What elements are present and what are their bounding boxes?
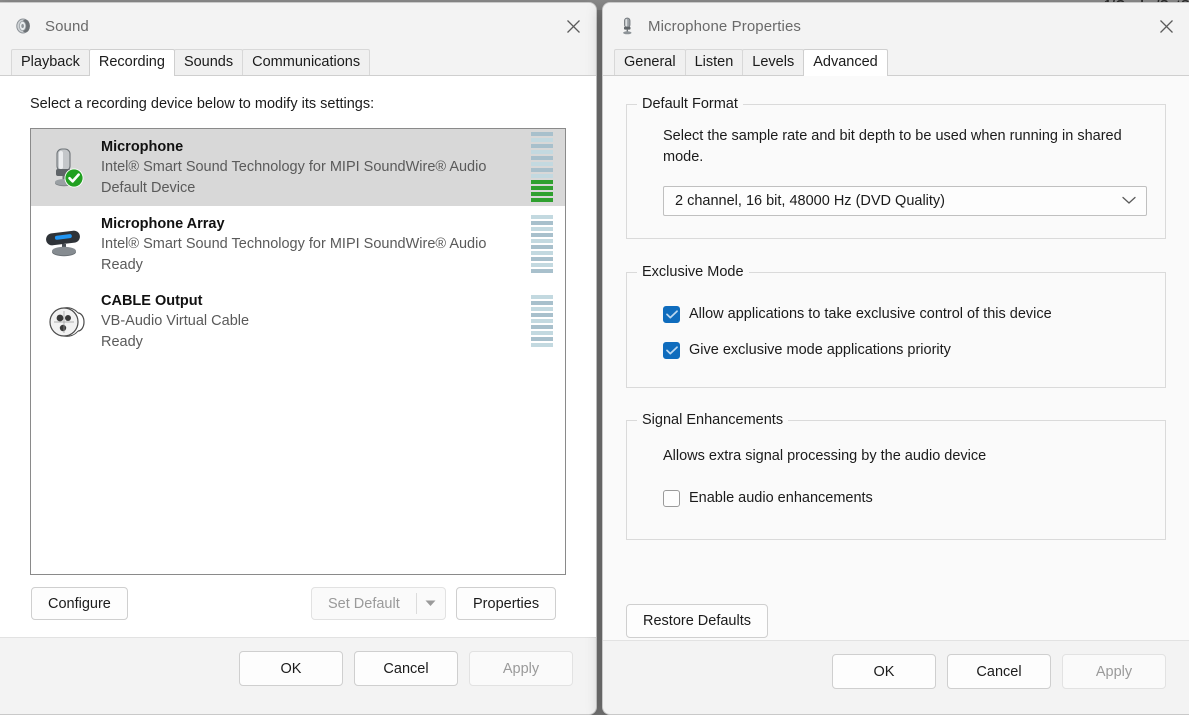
sound-titlebar: Sound [0,3,596,49]
caret-down-icon[interactable] [417,588,445,619]
level-meter [523,129,565,206]
configure-button[interactable]: Configure [31,587,128,620]
microphone-properties-dialog: Microphone Properties General Listen Lev… [602,2,1189,715]
tab-playback[interactable]: Playback [11,49,90,75]
restore-defaults-row: Restore Defaults [603,604,1189,638]
tab-levels[interactable]: Levels [742,49,805,75]
device-info: CABLE Output VB-Audio Virtual Cable Read… [93,291,523,353]
sound-footer: OK Cancel Apply [0,637,596,699]
sound-tabstrip: Playback Recording Sounds Communications [0,49,596,76]
mic-titlebar: Microphone Properties [603,3,1189,49]
device-name: Microphone Array [101,215,225,232]
sound-title: Sound [45,17,89,35]
list-item[interactable]: Microphone Array Intel® Smart Sound Tech… [31,206,565,283]
tab-general[interactable]: General [614,49,686,75]
signal-enhancements-title: Signal Enhancements [637,412,789,428]
device-description: VB-Audio Virtual Cable [101,312,250,329]
level-meter [523,206,565,283]
checkbox-unchecked-icon[interactable] [663,489,680,507]
device-state: Ready [101,333,143,350]
speaker-icon [14,16,34,36]
sound-dialog: Sound Playback Recording Sounds Communic… [0,2,597,715]
microphone-default-icon [37,145,93,191]
exclusive-mode-title: Exclusive Mode [637,264,749,280]
list-item[interactable]: Microphone Intel® Smart Sound Technology… [31,129,565,206]
default-format-title: Default Format [637,96,743,112]
chevron-down-icon[interactable] [1122,192,1136,210]
ok-button[interactable]: OK [239,651,343,686]
advanced-tab-panel: Default Format Select the sample rate an… [603,75,1189,640]
exclusive-control-label: Allow applications to take exclusive con… [689,306,1052,322]
cancel-button[interactable]: Cancel [354,651,458,686]
recording-device-list[interactable]: Microphone Intel® Smart Sound Technology… [30,128,566,575]
checkbox-checked-icon[interactable] [663,305,680,323]
default-format-description: Select the sample rate and bit depth to … [663,128,1122,165]
enable-enhancements-label: Enable audio enhancements [689,490,873,506]
microphone-icon [617,16,637,36]
set-default-split-button[interactable]: Set Default [311,587,446,620]
device-name: Microphone [101,138,184,155]
tab-recording[interactable]: Recording [88,49,175,76]
restore-defaults-button[interactable]: Restore Defaults [626,604,768,638]
mic-footer: OK Cancel Apply [603,640,1189,702]
close-icon[interactable] [1143,3,1189,49]
exclusive-priority-label: Give exclusive mode applications priorit… [689,342,951,358]
level-meter [523,283,565,360]
device-state: Default Device [101,179,196,196]
list-item[interactable]: CABLE Output VB-Audio Virtual Cable Read… [31,283,565,360]
exclusive-priority-checkbox-row[interactable]: Give exclusive mode applications priorit… [663,335,1147,365]
close-icon[interactable] [550,3,596,49]
ok-button[interactable]: OK [832,654,936,689]
sound-action-bar: Configure Set Default Properties [0,575,596,633]
tab-communications[interactable]: Communications [242,49,371,75]
recording-hint: Select a recording device below to modif… [30,96,375,112]
mic-title: Microphone Properties [648,17,802,35]
tab-advanced[interactable]: Advanced [803,49,888,76]
device-info: Microphone Intel® Smart Sound Technology… [93,137,523,199]
microphone-array-icon [37,225,93,265]
device-state: Ready [101,256,143,273]
set-default-button[interactable]: Set Default [312,588,416,619]
properties-button[interactable]: Properties [456,587,557,620]
checkbox-checked-icon[interactable] [663,341,680,359]
mic-tabstrip: General Listen Levels Advanced [603,49,1189,76]
virtual-cable-icon [37,301,93,343]
sample-rate-value: 2 channel, 16 bit, 48000 Hz (DVD Quality… [675,193,945,209]
sample-rate-dropdown[interactable]: 2 channel, 16 bit, 48000 Hz (DVD Quality… [663,186,1147,216]
device-info: Microphone Array Intel® Smart Sound Tech… [93,214,523,276]
enable-enhancements-checkbox-row[interactable]: Enable audio enhancements [663,483,1147,513]
signal-enhancements-description: Allows extra signal processing by the au… [663,448,987,464]
default-format-group: Default Format Select the sample rate an… [626,96,1166,239]
apply-button[interactable]: Apply [469,651,573,686]
signal-enhancements-group: Signal Enhancements Allows extra signal … [626,412,1166,540]
apply-button[interactable]: Apply [1062,654,1166,689]
cancel-button[interactable]: Cancel [947,654,1051,689]
recording-tab-panel: Select a recording device below to modif… [0,75,596,637]
device-description: Intel® Smart Sound Technology for MIPI S… [101,158,487,175]
device-name: CABLE Output [101,292,203,309]
tab-listen[interactable]: Listen [684,49,744,75]
device-description: Intel® Smart Sound Technology for MIPI S… [101,235,487,252]
exclusive-mode-group: Exclusive Mode Allow applications to tak… [626,264,1166,388]
tab-sounds[interactable]: Sounds [173,49,244,75]
exclusive-control-checkbox-row[interactable]: Allow applications to take exclusive con… [663,299,1147,329]
screen: 1/Cache/SetSize-RRSK Sound Playback [0,0,1189,715]
